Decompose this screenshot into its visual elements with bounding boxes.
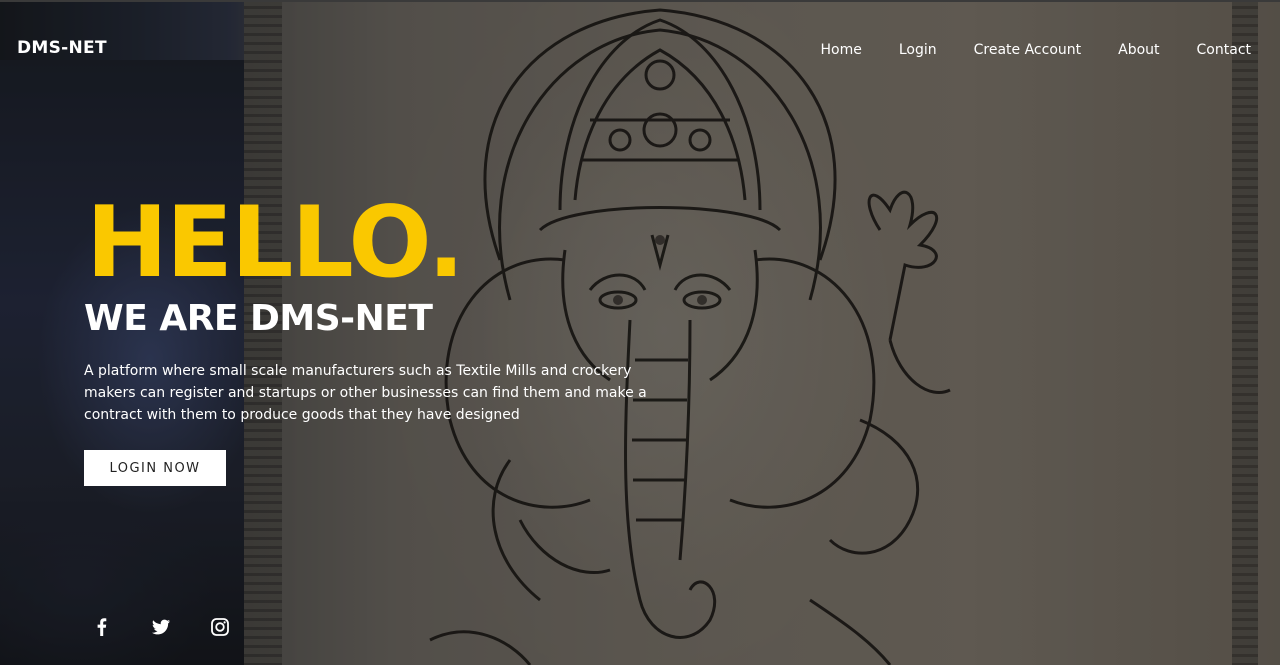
nav-item: Create Account [974,40,1082,60]
nav-link-about[interactable]: About [1118,40,1159,60]
hero-description: A platform where small scale manufacture… [84,363,647,423]
login-now-button[interactable]: LOGIN NOW [84,450,226,486]
nav-link-create-account[interactable]: Create Account [974,40,1082,60]
nav-item: About [1118,40,1159,60]
nav-link-login[interactable]: Login [899,40,937,60]
nav-item: Contact [1197,40,1251,60]
social-links [92,617,269,637]
twitter-icon[interactable] [151,617,171,637]
hero-headline: HELLO. [86,186,465,300]
nav-menu: Home Login Create Account About Contact [821,40,1252,60]
hero-subtitle: WE ARE DMS-NET [84,298,433,339]
nav-link-contact[interactable]: Contact [1197,40,1251,60]
brand-logo[interactable]: DMS-NET [17,38,107,58]
nav-link-home[interactable]: Home [821,40,862,60]
navbar: DMS-NET Home Login Create Account About … [0,0,1280,100]
nav-item: Home [821,40,862,60]
facebook-icon[interactable] [92,617,112,637]
nav-item: Login [899,40,937,60]
instagram-icon[interactable] [210,617,230,637]
